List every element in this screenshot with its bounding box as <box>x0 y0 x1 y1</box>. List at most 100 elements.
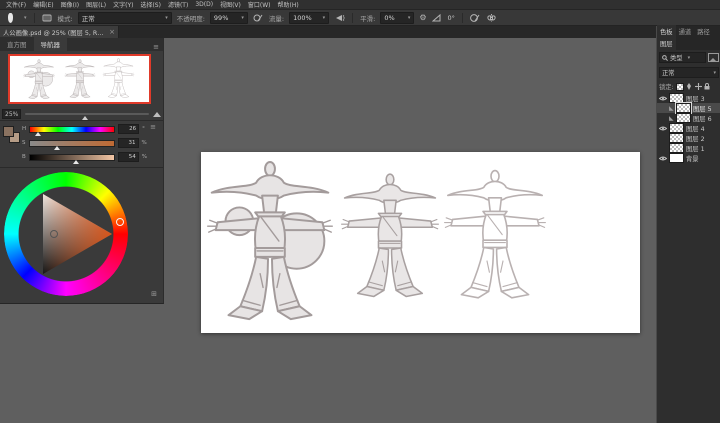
opacity-input[interactable]: 99%▾ <box>210 12 248 24</box>
saturation-unit: % <box>142 140 147 146</box>
menu-edit[interactable]: 编辑(E) <box>33 0 53 9</box>
close-icon[interactable]: × <box>109 29 115 36</box>
hue-value[interactable]: 26 <box>118 124 139 134</box>
lock-paint-icon[interactable] <box>686 83 693 90</box>
layer-thumbnail[interactable] <box>676 103 691 113</box>
color-cursor[interactable] <box>50 230 58 238</box>
layer-row[interactable]: 图层 3 <box>657 93 720 103</box>
layers-tab-row: 图层 <box>657 38 720 50</box>
chevron-down-icon: ▾ <box>241 15 244 21</box>
eye-icon[interactable] <box>659 126 667 131</box>
saturation-slider[interactable] <box>29 140 115 147</box>
clipping-mask-icon: ◣ <box>669 115 674 122</box>
layer-thumbnail[interactable] <box>669 133 684 143</box>
layer-row[interactable]: 图层 1 <box>657 143 720 153</box>
chevron-down-icon: ▾ <box>713 70 716 76</box>
navigator-zoom-slider[interactable] <box>25 113 149 115</box>
layer-thumbnail[interactable] <box>669 123 684 133</box>
eye-icon[interactable] <box>659 156 667 161</box>
layer-row-background[interactable]: 背景 <box>657 153 720 163</box>
layer-thumbnail[interactable] <box>669 143 684 153</box>
layer-row[interactable]: ◣ 图层 6 <box>657 113 720 123</box>
menu-file[interactable]: 文件(F) <box>6 0 26 9</box>
search-icon <box>662 55 668 61</box>
menu-view[interactable]: 视图(V) <box>220 0 241 9</box>
navigator-zoom-row: 25% <box>2 108 161 120</box>
brightness-slider-row: B 54 % <box>22 151 160 163</box>
zoom-in-icon[interactable] <box>153 112 161 117</box>
expand-icon[interactable]: ⊞ <box>151 290 157 298</box>
slider-thumb[interactable] <box>54 146 60 150</box>
slider-thumb[interactable] <box>73 160 79 164</box>
saturation-label: S <box>22 140 26 146</box>
airbrush-icon[interactable] <box>334 12 345 23</box>
opacity-label: 不透明度: <box>177 13 205 23</box>
brush-settings-panel-icon[interactable] <box>42 12 53 23</box>
chevron-down-icon: ▾ <box>323 15 326 21</box>
chevron-down-icon: ▾ <box>408 15 411 21</box>
saturation-value[interactable]: 31 <box>118 138 139 148</box>
layer-filter-select[interactable]: 类型 ▾ <box>659 52 706 63</box>
flow-input[interactable]: 100%▾ <box>289 12 329 24</box>
layer-thumbnail[interactable] <box>676 113 691 123</box>
brightness-slider[interactable] <box>29 154 115 161</box>
tab-layers[interactable]: 图层 <box>657 37 676 50</box>
layer-thumbnail[interactable] <box>669 93 684 103</box>
chevron-down-icon: ▾ <box>165 15 168 21</box>
eye-icon[interactable] <box>659 96 667 101</box>
symmetry-icon[interactable] <box>486 12 497 23</box>
mode-label: 模式: <box>58 13 73 23</box>
brightness-value[interactable]: 54 <box>118 152 139 162</box>
tab-navigator[interactable]: 导航器 <box>34 37 68 51</box>
foreground-color-swatch[interactable] <box>3 126 14 137</box>
menu-image[interactable]: 图像(I) <box>61 0 79 9</box>
brush-angle-value[interactable]: 0° <box>448 14 455 22</box>
saturation-brightness-triangle[interactable] <box>4 172 128 296</box>
navigator-zoom-value[interactable]: 25% <box>2 109 21 119</box>
character-sketch-right <box>445 171 546 298</box>
lock-transparency-icon[interactable] <box>676 83 684 91</box>
layer-row[interactable]: 图层 4 <box>657 123 720 133</box>
menu-select[interactable]: 选择(S) <box>140 0 161 9</box>
panel-menu-icon[interactable]: ≡ <box>153 43 159 51</box>
blend-mode-select[interactable]: 正常▾ <box>78 12 172 24</box>
menu-layer[interactable]: 图层(L) <box>86 0 106 9</box>
canvas[interactable] <box>201 152 640 333</box>
brush-angle-icon[interactable] <box>432 12 443 23</box>
lock-label: 锁定: <box>659 82 674 91</box>
layer-row[interactable]: 图层 2 <box>657 133 720 143</box>
brush-preset-button[interactable] <box>5 12 16 23</box>
menu-window[interactable]: 窗口(W) <box>248 0 271 9</box>
tab-paths[interactable]: 路径 <box>694 25 713 38</box>
slider-thumb[interactable] <box>35 132 41 136</box>
smoothing-label: 平滑: <box>360 13 375 23</box>
divider <box>462 13 463 23</box>
navigator-proxy-view[interactable] <box>8 54 151 104</box>
menu-bar: 文件(F) 编辑(E) 图像(I) 图层(L) 文字(Y) 选择(S) 滤镜(T… <box>0 0 720 10</box>
layer-blend-mode-select[interactable]: 正常 ▾ <box>659 67 719 78</box>
filter-pixel-layers-icon[interactable] <box>708 53 719 62</box>
divider <box>352 13 353 23</box>
smoothing-input[interactable]: 0%▾ <box>380 12 414 24</box>
menu-type[interactable]: 文字(Y) <box>113 0 133 9</box>
menu-filter[interactable]: 滤镜(T) <box>168 0 188 9</box>
menu-3d[interactable]: 3D(D) <box>195 1 213 8</box>
tab-histogram[interactable]: 直方图 <box>0 37 34 51</box>
lock-all-icon[interactable] <box>704 83 711 90</box>
layer-thumbnail[interactable] <box>669 153 684 163</box>
gear-icon[interactable]: ⚙ <box>419 13 426 22</box>
layer-row-selected[interactable]: ◣ 图层 5 <box>657 103 720 113</box>
menu-help[interactable]: 帮助(H) <box>278 0 299 9</box>
pressure-size-icon[interactable] <box>470 12 481 23</box>
tab-channels[interactable]: 通道 <box>676 25 695 38</box>
color-swatches <box>3 126 19 142</box>
chevron-down-icon[interactable]: ▾ <box>24 15 27 21</box>
hue-cursor[interactable] <box>116 218 124 226</box>
panel-menu-icon[interactable]: ≡ <box>150 123 156 131</box>
hue-slider[interactable] <box>29 126 115 133</box>
pressure-opacity-icon[interactable] <box>253 12 264 23</box>
character-sketch-left <box>208 162 333 319</box>
lock-position-icon[interactable] <box>695 83 702 90</box>
navigator-panel-tabs: 直方图 导航器 ≡ <box>0 38 163 51</box>
layer-filter-row: 类型 ▾ <box>657 50 720 65</box>
